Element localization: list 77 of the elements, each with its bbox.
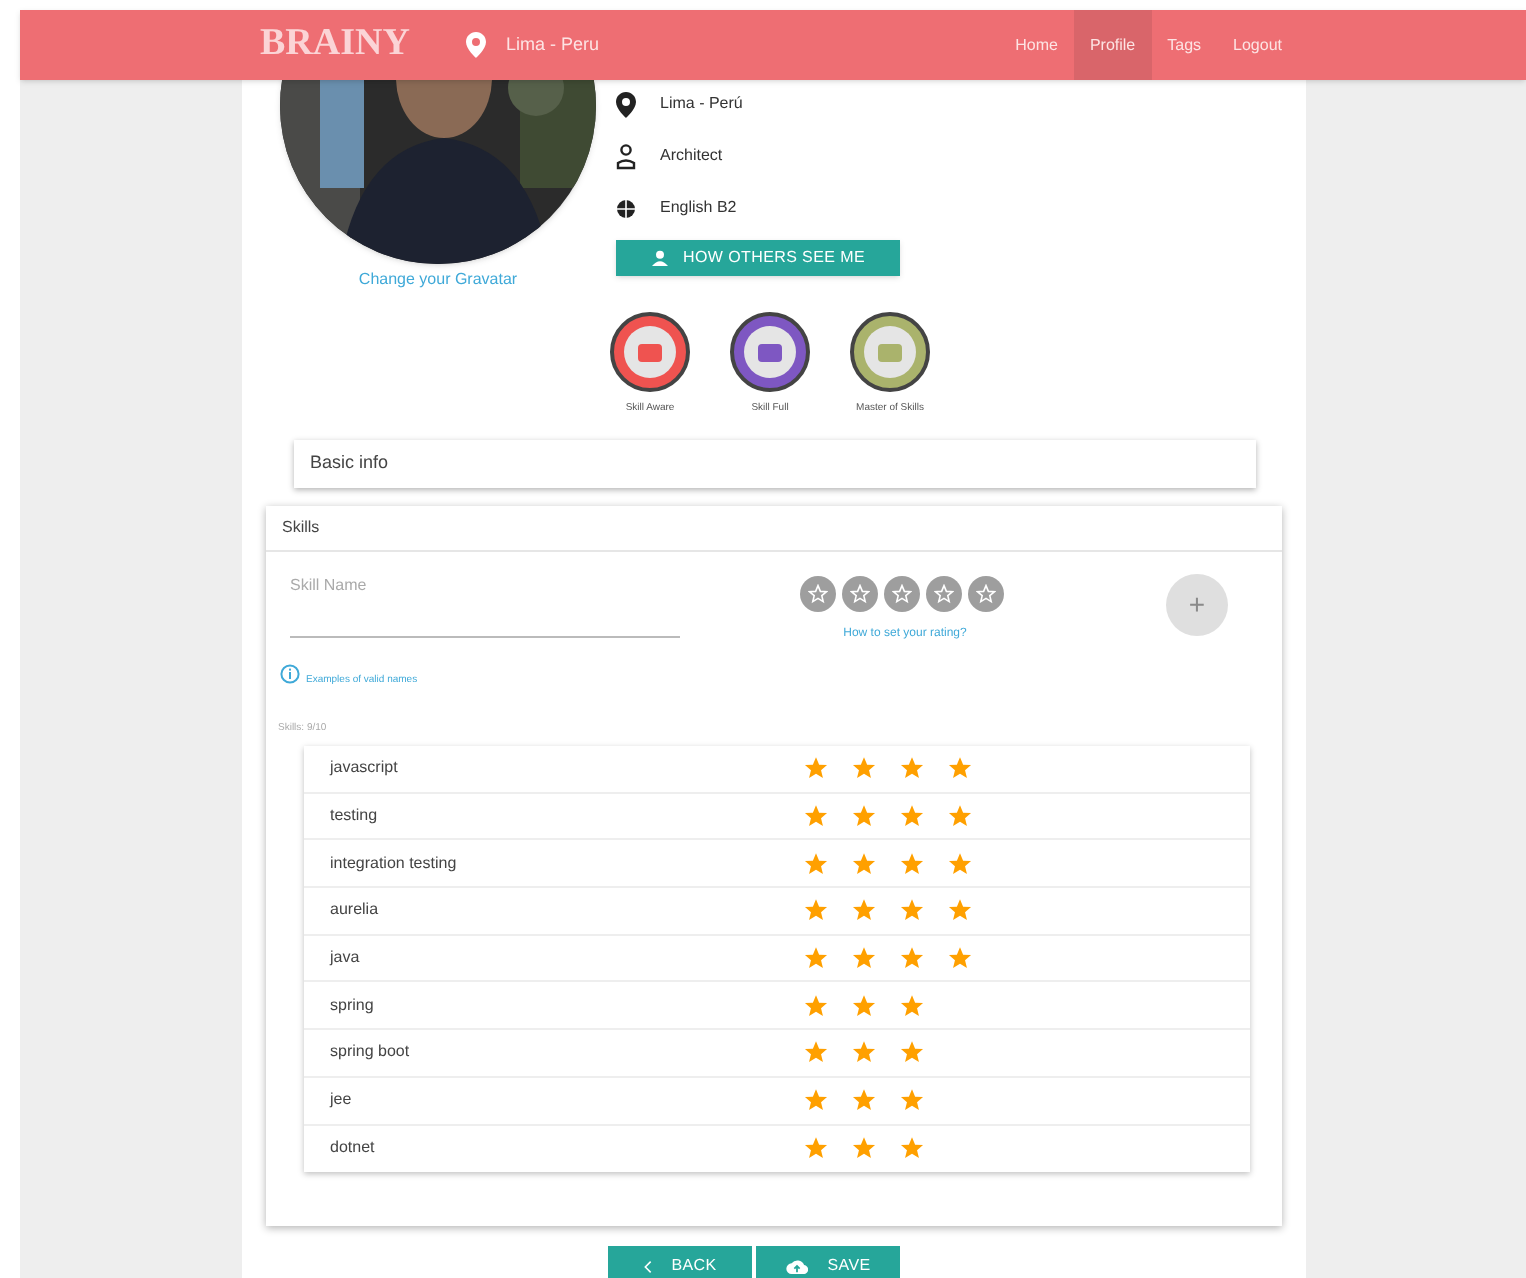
skill-name: integration testing (330, 851, 459, 876)
star-icon (852, 993, 876, 1018)
star-icon (948, 756, 972, 781)
star-icon (948, 946, 972, 971)
nav-link[interactable]: Tags (1151, 10, 1218, 80)
nav-link[interactable]: Profile (1073, 10, 1152, 80)
star-icon (852, 1088, 876, 1113)
star-icon (900, 898, 924, 923)
skill-name: spring boot (330, 1040, 412, 1065)
detail-text: Lima - Perú (660, 92, 743, 116)
skill-name: dotnet (330, 1136, 377, 1161)
how-others-see-me-button[interactable]: HOW OTHERS SEE ME (616, 240, 900, 276)
skill-name: spring (330, 993, 376, 1018)
star-icon (804, 756, 828, 781)
nav-link[interactable]: Home (999, 10, 1074, 80)
star-outline-icon (976, 584, 996, 604)
star-rating-button[interactable] (842, 576, 878, 612)
location-pin-icon (465, 32, 486, 58)
nav-link[interactable]: Logout (1217, 10, 1298, 80)
location-pin-icon (616, 91, 636, 117)
skill-name: javascript (330, 756, 400, 781)
detail-text: English B2 (660, 196, 737, 220)
person-icon (616, 143, 636, 169)
globe-icon (616, 195, 636, 221)
star-icon (852, 898, 876, 923)
brand-logo[interactable]: BRAINY (260, 16, 410, 74)
basic-info-card[interactable]: Basic info (294, 440, 1256, 488)
star-icon (852, 1136, 876, 1161)
star-icon (852, 804, 876, 829)
star-rating-button[interactable] (968, 576, 1004, 612)
card-title: Basic info (310, 450, 389, 477)
skill-name: aurelia (330, 898, 381, 923)
change-gravatar-link[interactable]: Change your Gravatar (280, 268, 596, 292)
skill-name-field[interactable]: Skill Name (290, 570, 680, 638)
star-icon (804, 804, 828, 829)
star-icon (948, 804, 972, 829)
star-icon (852, 1040, 876, 1065)
star-icon (804, 946, 828, 971)
cloud-upload-icon (785, 1258, 808, 1274)
star-icon (804, 1040, 828, 1065)
location-text: Lima - Peru (505, 31, 599, 58)
star-icon (900, 851, 924, 876)
star-icon (948, 898, 972, 923)
add-skill-button[interactable]: + (1166, 574, 1228, 636)
star-icon (948, 851, 972, 876)
star-icon (804, 898, 828, 923)
star-icon (900, 993, 924, 1018)
skill-name: testing (330, 804, 380, 829)
star-icon (852, 756, 876, 781)
skill-name: jee (330, 1088, 354, 1113)
skill-name: java (330, 946, 362, 971)
star-icon (900, 756, 924, 781)
star-icon (852, 851, 876, 876)
star-icon (900, 1136, 924, 1161)
back-button[interactable]: BACK (608, 1246, 752, 1278)
star-rating-button[interactable] (884, 576, 920, 612)
star-icon (804, 851, 828, 876)
card-title: Skills (282, 516, 320, 540)
star-outline-icon (808, 584, 828, 604)
star-icon (852, 946, 876, 971)
chevron-left-icon (643, 1259, 652, 1273)
star-icon (804, 993, 828, 1018)
star-icon (900, 946, 924, 971)
person-icon (651, 250, 668, 266)
info-icon (280, 664, 300, 684)
star-outline-icon (892, 584, 912, 604)
star-rating-button[interactable] (800, 576, 836, 612)
save-button[interactable]: SAVE (756, 1246, 900, 1278)
star-outline-icon (850, 584, 870, 604)
star-icon (900, 804, 924, 829)
star-rating-button[interactable] (926, 576, 962, 612)
star-outline-icon (934, 584, 954, 604)
star-icon (804, 1088, 828, 1113)
star-icon (900, 1040, 924, 1065)
detail-text: Architect (660, 144, 723, 168)
star-icon (804, 1136, 828, 1161)
star-icon (900, 1088, 924, 1113)
